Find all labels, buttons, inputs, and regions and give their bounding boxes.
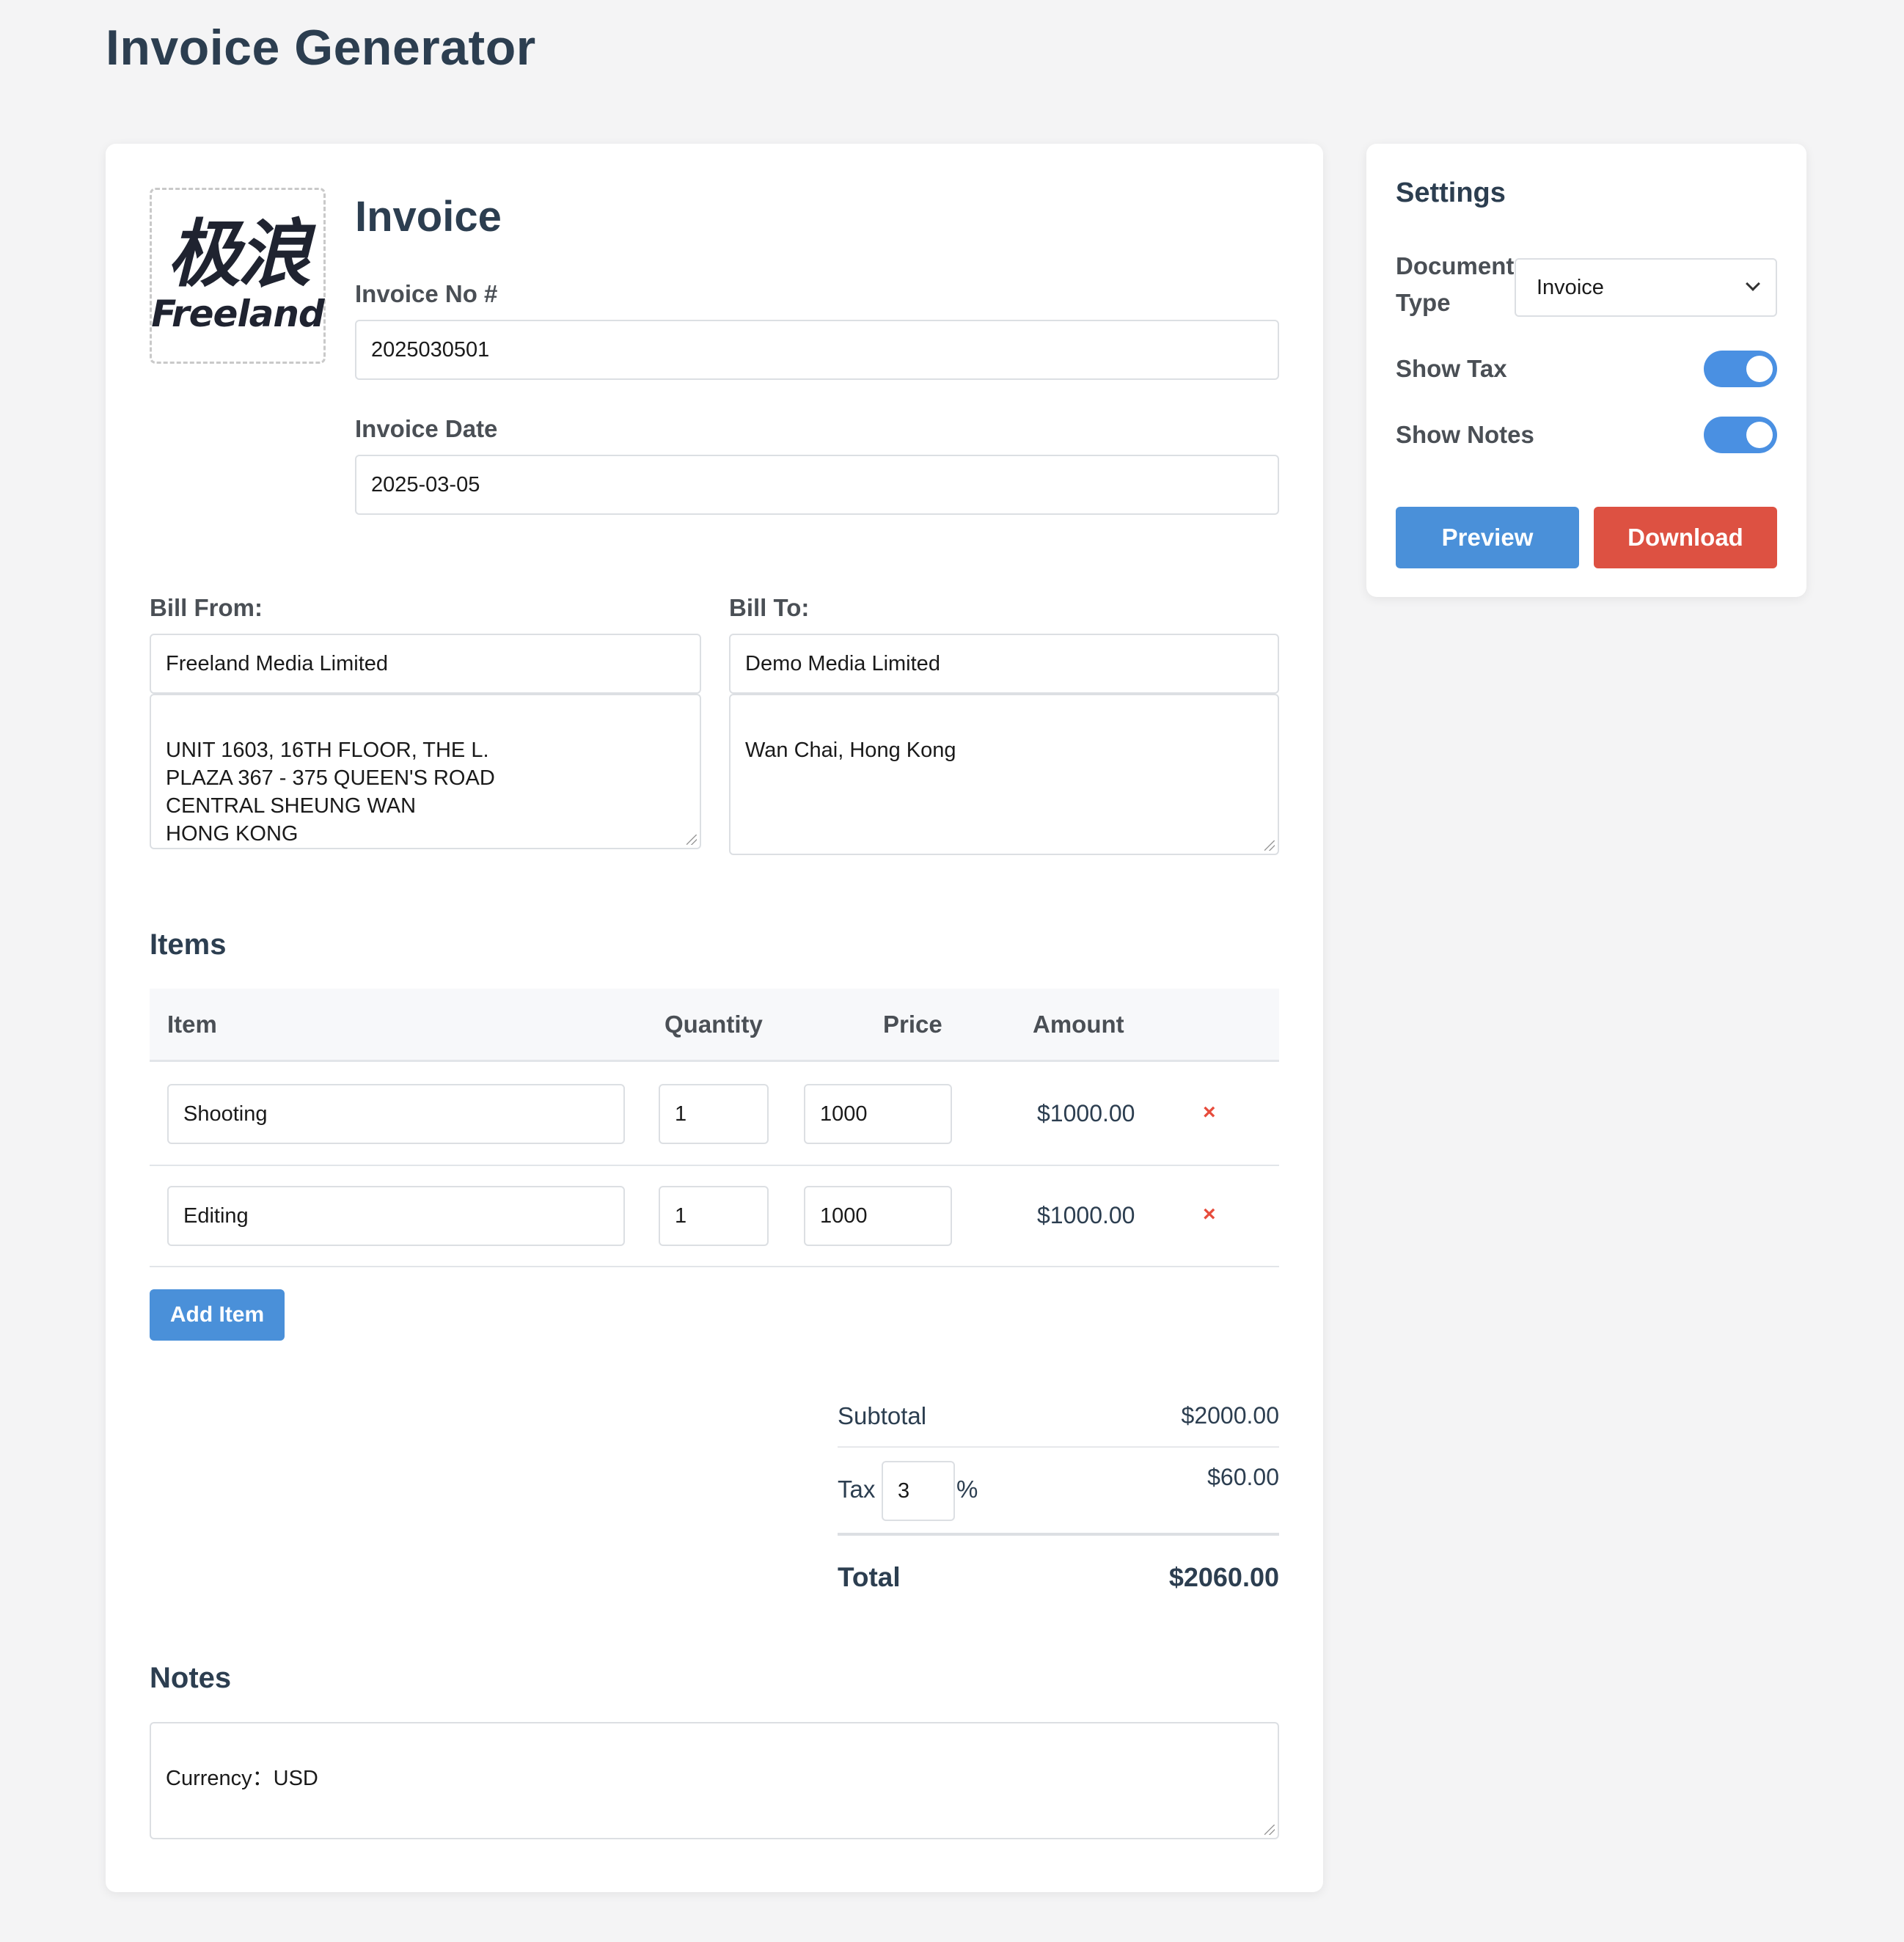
tax-value: $60.00 xyxy=(1207,1464,1279,1490)
invoice-date-label: Invoice Date xyxy=(355,415,498,442)
add-item-button[interactable]: Add Item xyxy=(150,1289,285,1341)
item-name-input[interactable]: Editing xyxy=(167,1186,625,1246)
toggle-knob xyxy=(1746,422,1773,448)
invoice-date-input[interactable]: 2025-03-05 xyxy=(355,455,1279,515)
subtotal-divider xyxy=(838,1446,1279,1448)
column-amount: Amount xyxy=(1033,1011,1124,1038)
item-amount: $1000.00 xyxy=(1037,1100,1135,1126)
bill-from-address-text: UNIT 1603, 16TH FLOOR, THE L. PLAZA 367 … xyxy=(166,739,495,846)
document-type-value: Invoice xyxy=(1537,275,1604,299)
total-value: $2060.00 xyxy=(1168,1562,1279,1592)
invoice-no-input[interactable]: 2025030501 xyxy=(355,320,1279,380)
settings-title: Settings xyxy=(1396,177,1506,208)
bill-from-address-textarea[interactable]: UNIT 1603, 16TH FLOOR, THE L. PLAZA 367 … xyxy=(150,694,701,849)
subtotal-value: $2000.00 xyxy=(1181,1402,1279,1429)
invoice-editor-card: 极浪 Freeland Invoice Invoice No # 2025030… xyxy=(106,144,1323,1892)
remove-item-icon[interactable]: × xyxy=(1203,1202,1216,1227)
row-divider xyxy=(150,1165,1279,1166)
item-amount: $1000.00 xyxy=(1037,1202,1135,1228)
bill-to-name-input[interactable]: Demo Media Limited xyxy=(729,634,1279,694)
items-heading: Items xyxy=(150,928,227,961)
download-button[interactable]: Download xyxy=(1594,507,1777,568)
notes-text: Currency：USD xyxy=(166,1767,318,1790)
page-title: Invoice Generator xyxy=(106,20,536,76)
show-notes-toggle[interactable] xyxy=(1704,417,1777,453)
column-item: Item xyxy=(167,1011,217,1038)
bill-from-name-input[interactable]: Freeland Media Limited xyxy=(150,634,701,694)
item-price-input[interactable]: 1000 xyxy=(804,1186,952,1246)
show-tax-label: Show Tax xyxy=(1396,355,1507,382)
show-notes-label: Show Notes xyxy=(1396,421,1534,448)
bill-to-address-textarea[interactable]: Wan Chai, Hong Kong xyxy=(729,694,1279,855)
logo-english-text: Freeland xyxy=(151,292,324,335)
row-divider xyxy=(150,1266,1279,1267)
preview-button[interactable]: Preview xyxy=(1396,507,1579,568)
notes-textarea[interactable]: Currency：USD xyxy=(150,1722,1279,1839)
subtotal-label: Subtotal xyxy=(838,1402,927,1429)
tax-label: Tax xyxy=(838,1476,876,1503)
resize-handle-icon[interactable] xyxy=(686,835,697,845)
item-name-input[interactable]: Shooting xyxy=(167,1084,625,1144)
document-type-select[interactable]: Invoice xyxy=(1515,258,1777,317)
settings-card: Settings Document Type Invoice Show Tax … xyxy=(1366,144,1806,597)
invoice-no-label: Invoice No # xyxy=(355,280,498,307)
column-quantity: Quantity xyxy=(664,1011,763,1038)
total-divider xyxy=(838,1533,1279,1536)
show-tax-toggle[interactable] xyxy=(1704,351,1777,387)
chevron-down-icon xyxy=(1746,276,1760,291)
item-price-input[interactable]: 1000 xyxy=(804,1084,952,1144)
bill-to-address-text: Wan Chai, Hong Kong xyxy=(745,739,956,762)
item-quantity-input[interactable]: 1 xyxy=(659,1186,769,1246)
resize-handle-icon[interactable] xyxy=(1264,840,1275,851)
remove-item-icon[interactable]: × xyxy=(1203,1100,1216,1125)
column-price: Price xyxy=(883,1011,942,1038)
bill-from-label: Bill From: xyxy=(150,594,263,621)
total-label: Total xyxy=(838,1562,901,1592)
logo-upload[interactable]: 极浪 Freeland xyxy=(150,188,326,364)
document-heading: Invoice xyxy=(355,193,502,241)
tax-percent-sign: % xyxy=(956,1476,978,1503)
document-type-label: Document Type xyxy=(1396,252,1515,316)
bill-to-label: Bill To: xyxy=(729,594,810,621)
tax-rate-input[interactable]: 3 xyxy=(882,1461,955,1521)
items-table-header: Item Quantity Price Amount xyxy=(150,989,1279,1062)
resize-handle-icon[interactable] xyxy=(1264,1825,1275,1835)
item-quantity-input[interactable]: 1 xyxy=(659,1084,769,1144)
toggle-knob xyxy=(1746,356,1773,382)
logo-chinese-text: 极浪 xyxy=(167,210,311,297)
notes-heading: Notes xyxy=(150,1662,232,1694)
